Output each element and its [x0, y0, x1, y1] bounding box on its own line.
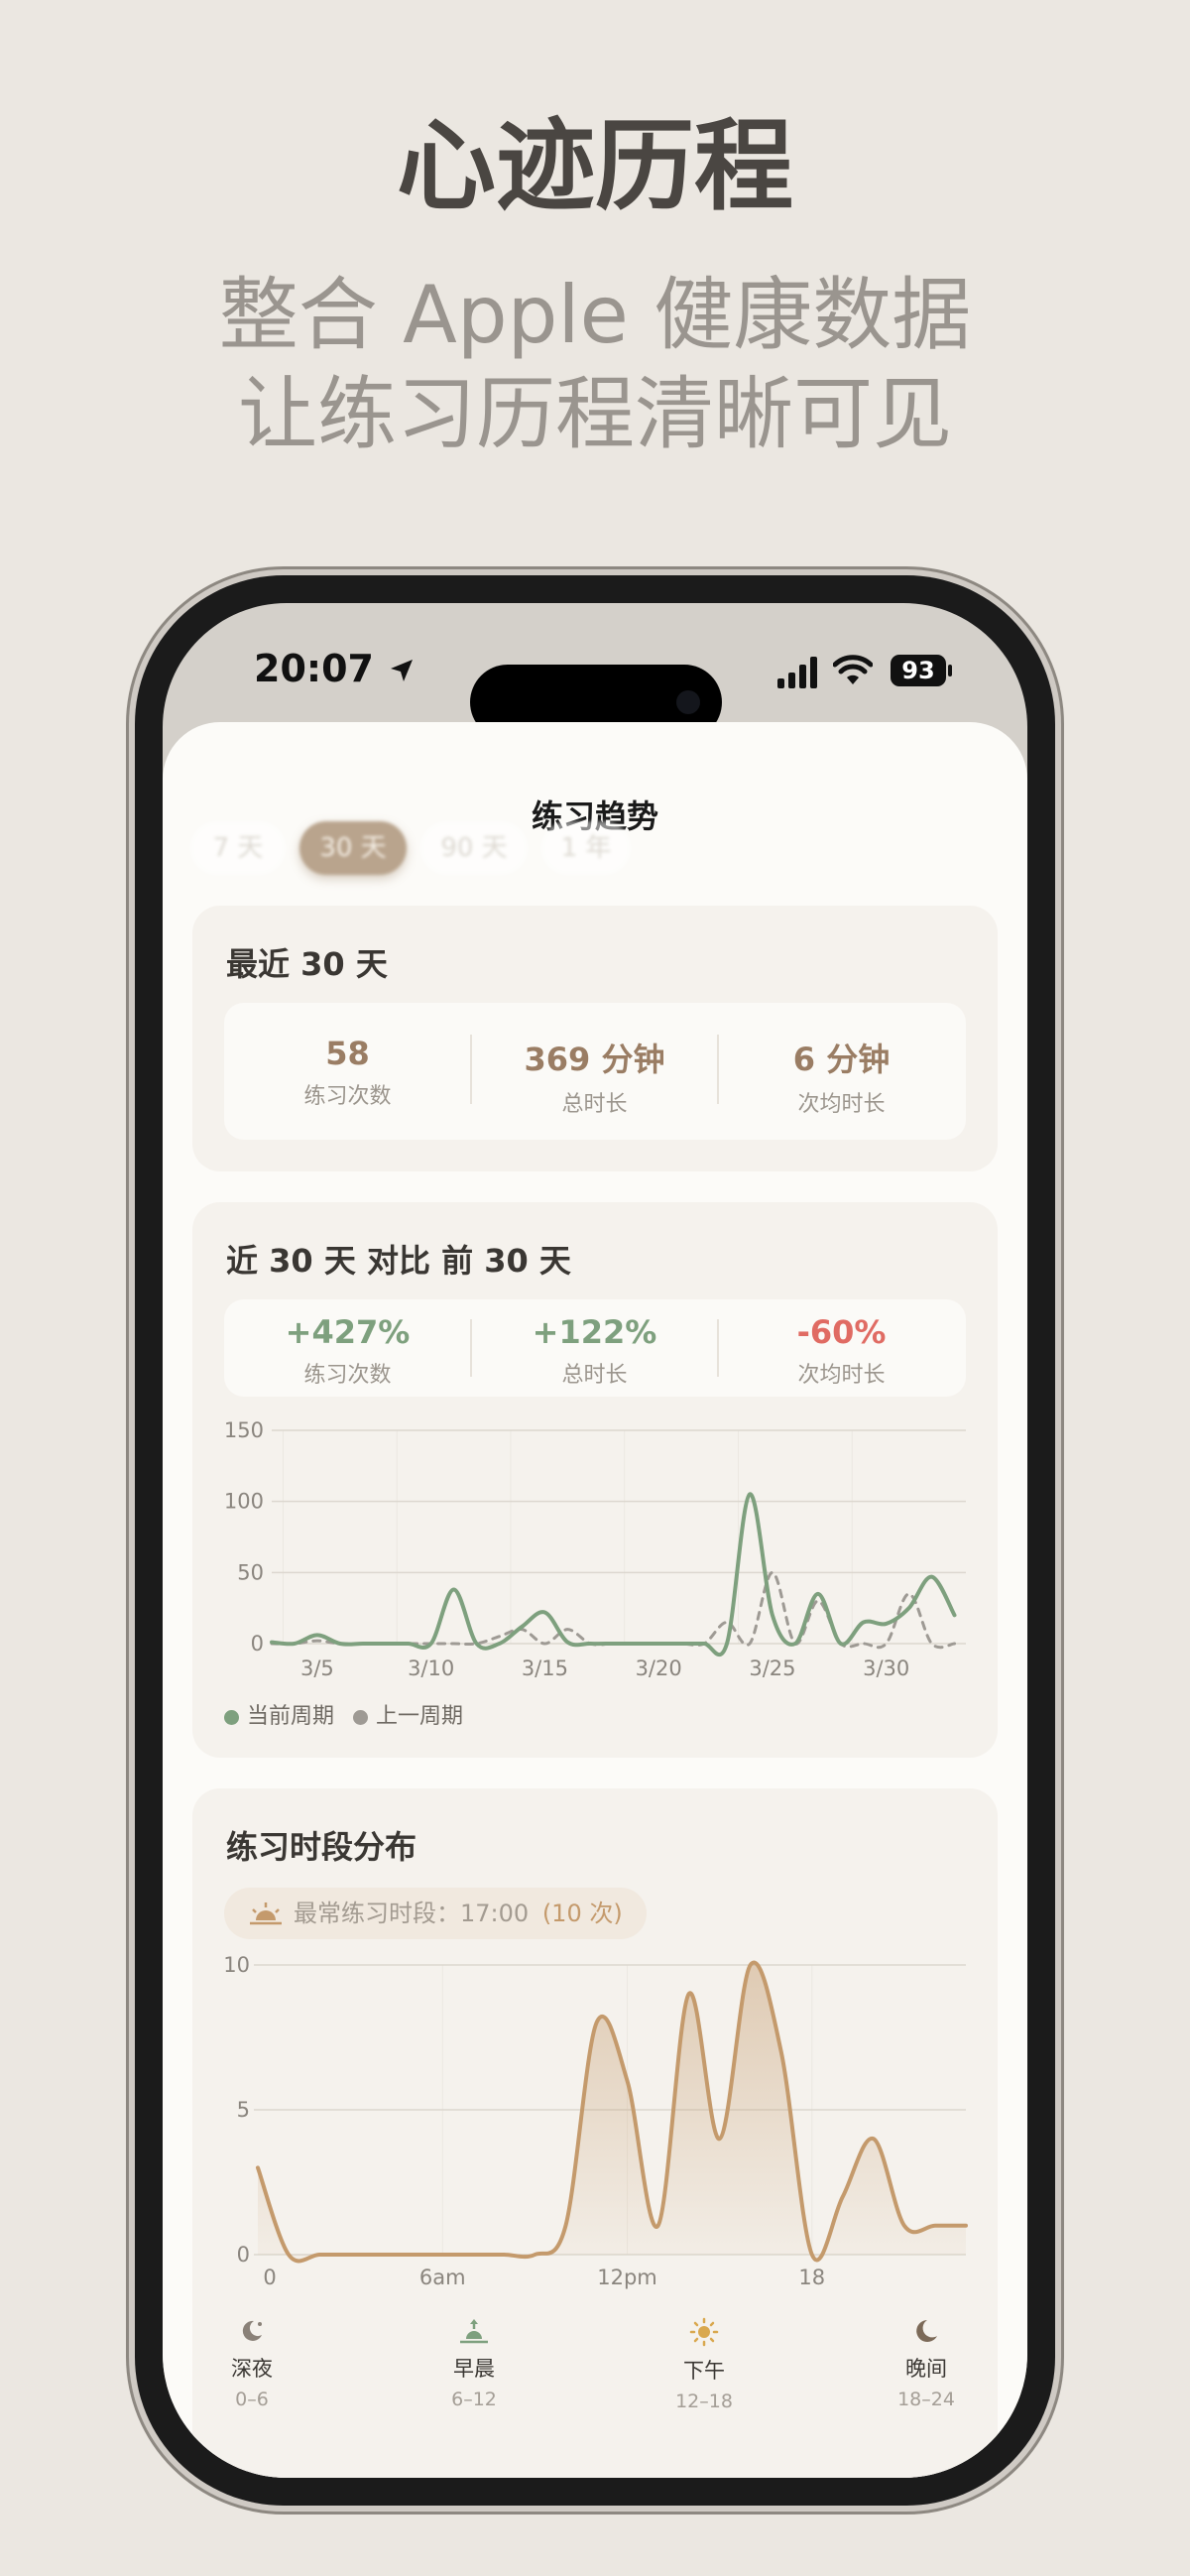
location-arrow-icon — [391, 660, 414, 681]
cellular-signal-icon — [777, 657, 817, 688]
legend-previous-label: 上一周期 — [376, 1704, 464, 1729]
peak-time-text: 最常练习时段：17:00 — [294, 1900, 530, 1927]
y-tick-label: 150 — [224, 1418, 264, 1442]
x-tick-label: 3/10 — [408, 1656, 454, 1678]
wifi-icon — [833, 655, 873, 684]
battery-level: 93 — [901, 657, 935, 684]
period-late-night-range: 0–6 — [235, 2389, 269, 2410]
delta-total-duration: +122% 总时长 — [471, 1313, 718, 1389]
delta-total-duration-label: 总时长 — [561, 1363, 628, 1388]
legend-previous: 上一周期 — [353, 1698, 463, 1730]
distribution-title: 练习时段分布 — [226, 1828, 417, 1866]
y-tick-label: 0 — [237, 2243, 250, 2267]
delta-avg-duration-label: 次均时长 — [797, 1363, 886, 1388]
period-late-night-name: 深夜 — [231, 2357, 273, 2381]
tab-90-days[interactable]: 90 天 — [420, 821, 528, 875]
trend-line-chart: 0 50 100 150 3/5 3/10 3/15 3/20 3/25 3/30 — [224, 1418, 966, 1678]
summary-card: 最近 30 天 58 练习次数 369 分钟 总时长 6 分钟 次均时长 — [192, 906, 998, 1171]
x-tick-label: 0 — [263, 2266, 276, 2289]
tab-7-days[interactable]: 7 天 — [190, 821, 286, 875]
delta-sessions: +427% 练习次数 — [224, 1313, 471, 1389]
x-tick-label: 3/30 — [863, 1656, 909, 1678]
legend-current-swatch — [224, 1709, 239, 1725]
promo-title: 心迹历程 — [397, 108, 793, 224]
y-tick-label: 100 — [224, 1490, 264, 1514]
stat-sessions-value: 58 — [325, 1035, 370, 1072]
phone-screen: 20:07 93 练习趋势 7 天 30 天 90 天 1 年 最近 30 天 … — [163, 603, 1027, 2478]
battery-indicator: 93 — [891, 655, 946, 686]
delta-sessions-label: 练习次数 — [303, 1363, 392, 1388]
period-afternoon-range: 12–18 — [675, 2391, 733, 2412]
stat-avg-duration-label: 次均时长 — [797, 1092, 886, 1117]
stat-sessions-label: 练习次数 — [303, 1084, 392, 1109]
x-tick-label: 3/5 — [300, 1656, 334, 1678]
front-camera — [676, 690, 700, 714]
delta-avg-duration-value: -60% — [796, 1313, 887, 1351]
stat-avg-duration-value: 6 分钟 — [792, 1041, 891, 1078]
period-evening: 晚间 18–24 — [877, 2317, 976, 2410]
period-afternoon-name: 下午 — [683, 2359, 725, 2383]
legend-current-label: 当前周期 — [247, 1704, 335, 1729]
y-tick-label: 10 — [223, 1955, 250, 1977]
period-afternoon: 下午 12–18 — [654, 2317, 754, 2412]
comparison-card: 近 30 天 对比 前 30 天 +427% 练习次数 +122% 总时长 -6… — [192, 1202, 998, 1758]
x-tick-label: 3/25 — [749, 1656, 795, 1678]
summary-stats: 58 练习次数 369 分钟 总时长 6 分钟 次均时长 — [224, 1003, 966, 1140]
stat-avg-duration: 6 分钟 次均时长 — [718, 1035, 965, 1118]
period-late-night: 深夜 0–6 — [222, 2317, 282, 2410]
y-tick-label: 50 — [237, 1560, 264, 1584]
sunrise-icon — [460, 2319, 488, 2344]
status-time-text: 20:07 — [254, 647, 374, 690]
battery-cap — [948, 665, 952, 676]
status-bar: 20:07 93 — [163, 643, 1027, 740]
stat-total-duration: 369 分钟 总时长 — [471, 1035, 718, 1118]
x-tick-label: 3/20 — [636, 1656, 682, 1678]
peak-count: (10 次) — [541, 1900, 623, 1927]
period-morning-range: 6–12 — [451, 2389, 497, 2410]
moon-icon — [916, 2320, 937, 2342]
trends-sheet: 练习趋势 7 天 30 天 90 天 1 年 最近 30 天 58 练习次数 3… — [163, 722, 1027, 2478]
stat-total-duration-value: 369 分钟 — [524, 1041, 665, 1078]
x-tick-label: 18 — [798, 2266, 825, 2289]
promo-subtitle-line2: 让练习历程清晰可见 — [238, 368, 952, 460]
x-tick-label: 12pm — [597, 2266, 657, 2289]
status-time: 20:07 — [254, 647, 416, 690]
period-morning-name: 早晨 — [453, 2357, 495, 2381]
x-tick-label: 3/15 — [522, 1656, 568, 1678]
legend-current: 当前周期 — [224, 1698, 334, 1730]
period-evening-name: 晚间 — [905, 2357, 947, 2381]
promo-subtitle-line1: 整合 Apple 健康数据 — [218, 269, 972, 361]
delta-sessions-value: +427% — [285, 1313, 411, 1351]
tab-30-days[interactable]: 30 天 — [299, 821, 407, 875]
time-distribution-chart: 0 5 10 0 6am 12pm 18 — [223, 1955, 968, 2289]
comparison-stats: +427% 练习次数 +122% 总时长 -60% 次均时长 — [224, 1299, 966, 1397]
delta-avg-duration: -60% 次均时长 — [718, 1313, 965, 1389]
y-tick-label: 5 — [237, 2098, 250, 2122]
comparison-title: 近 30 天 对比 前 30 天 — [226, 1242, 571, 1280]
period-morning: 早晨 6–12 — [434, 2317, 514, 2410]
x-tick-label: 6am — [419, 2266, 466, 2289]
y-tick-label: 0 — [251, 1632, 264, 1656]
sun-icon — [689, 2317, 719, 2347]
sunset-icon — [250, 1902, 282, 1925]
distribution-area — [258, 1962, 966, 2262]
period-evening-range: 18–24 — [897, 2389, 955, 2410]
summary-title: 最近 30 天 — [226, 945, 388, 983]
moon-star-icon — [242, 2320, 262, 2341]
peak-time-pill: 最常练习时段：17:00 (10 次) — [224, 1888, 647, 1939]
legend-previous-swatch — [353, 1709, 368, 1725]
tab-1-year[interactable]: 1 年 — [541, 821, 631, 875]
distribution-card: 练习时段分布 最常练习时段：17:00 (10 次) 0 5 10 0 6am 12pm 1… — [192, 1788, 998, 2478]
delta-total-duration-value: +122% — [532, 1313, 657, 1351]
stat-sessions: 58 练习次数 — [224, 1035, 471, 1110]
stat-total-duration-label: 总时长 — [561, 1092, 628, 1117]
